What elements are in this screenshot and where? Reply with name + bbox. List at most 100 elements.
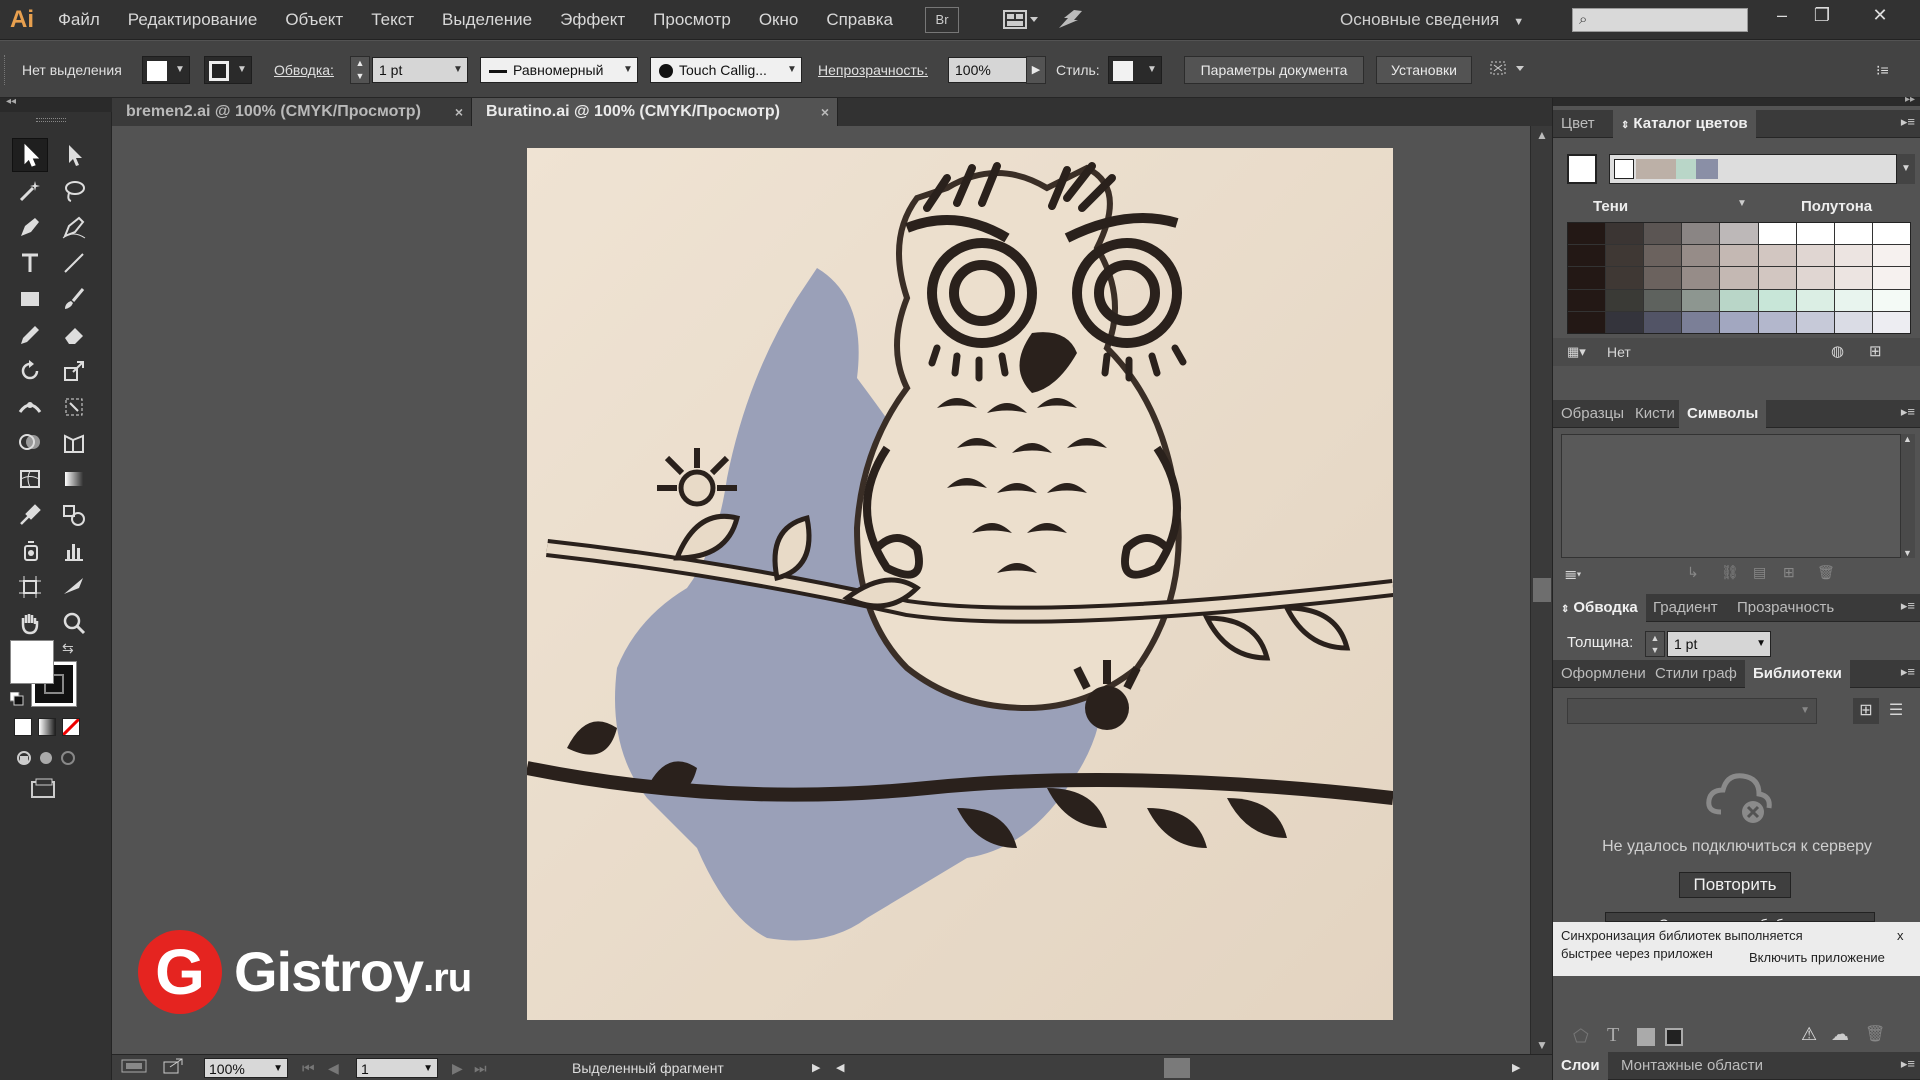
color-guide-swatch[interactable]	[1682, 267, 1720, 289]
lasso-tool-icon[interactable]	[56, 174, 92, 208]
color-guide-swatch[interactable]	[1720, 245, 1758, 267]
symbol-options-icon[interactable]: ▤	[1753, 564, 1766, 581]
color-guide-swatch[interactable]	[1720, 223, 1758, 245]
arrange-documents-icon[interactable]	[999, 7, 1043, 33]
tab-transparency[interactable]: Прозрачность	[1729, 594, 1842, 622]
stroke-weight-input[interactable]: 1 pt ▼	[372, 57, 468, 83]
scroll-right-icon[interactable]: ▶	[1512, 1057, 1520, 1079]
scroll-down-icon[interactable]: ▼	[1531, 1038, 1553, 1052]
toolbox-header[interactable]: ◂◂	[0, 96, 112, 112]
color-guide-swatch[interactable]	[1872, 311, 1910, 333]
panel-menu-icon[interactable]: ▸≡	[1901, 114, 1915, 130]
color-guide-swatch[interactable]	[1644, 311, 1682, 333]
grid-view-icon[interactable]: ⊞	[1853, 698, 1879, 724]
first-page-icon[interactable]: ⏮	[302, 1057, 315, 1079]
stroke-stepper[interactable]: ▲ ▼	[350, 56, 370, 84]
retry-button[interactable]: Повторить	[1679, 872, 1791, 898]
status-menu-icon[interactable]: ▶	[812, 1057, 820, 1079]
perspective-grid-tool-icon[interactable]	[56, 426, 92, 460]
scroll-up-icon[interactable]: ▲	[1903, 434, 1912, 444]
tab-layers[interactable]: Слои	[1553, 1052, 1608, 1080]
color-guide-swatch[interactable]	[1872, 245, 1910, 267]
canvas-area[interactable]	[112, 126, 1540, 1054]
color-wheel-icon[interactable]: ◍	[1831, 342, 1844, 360]
close-window-button[interactable]: ✕	[1858, 0, 1902, 30]
hand-tool-icon[interactable]	[12, 606, 48, 640]
draw-modes-icon[interactable]	[14, 748, 82, 768]
tab-swatches[interactable]: Образцы	[1553, 400, 1632, 428]
color-guide-swatch[interactable]	[1606, 289, 1644, 311]
collapse-icon[interactable]: ◂◂	[6, 96, 16, 107]
menu-help[interactable]: Справка	[812, 0, 907, 40]
bridge-button[interactable]: Br	[925, 6, 960, 33]
blend-tool-icon[interactable]	[56, 498, 92, 532]
fill-color-box[interactable]	[10, 640, 54, 684]
menu-edit[interactable]: Редактирование	[114, 0, 272, 40]
color-guide-swatch[interactable]	[1682, 289, 1720, 311]
stroke-label-link[interactable]: Обводка:	[274, 57, 334, 83]
variable-width-profile[interactable]: Равномерный ▼	[480, 57, 638, 83]
color-guide-grid[interactable]	[1567, 222, 1911, 334]
rotate-tool-icon[interactable]	[12, 354, 48, 388]
list-view-icon[interactable]: ☰	[1883, 698, 1909, 724]
menu-object[interactable]: Объект	[271, 0, 357, 40]
tab-artboards[interactable]: Монтажные области	[1613, 1052, 1771, 1080]
isolation-icon[interactable]	[1488, 57, 1532, 83]
brush-definition[interactable]: Touch Callig... ▼	[650, 57, 802, 83]
color-guide-swatch[interactable]	[1834, 289, 1872, 311]
close-icon[interactable]: ×	[455, 98, 463, 126]
weight-input[interactable]: 1 pt ▼	[1667, 631, 1771, 657]
color-guide-swatch[interactable]	[1834, 311, 1872, 333]
color-guide-swatch[interactable]	[1568, 267, 1606, 289]
dock-header[interactable]: ▸▸	[1553, 94, 1920, 106]
shape-builder-tool-icon[interactable]	[12, 426, 48, 460]
panel-menu-icon[interactable]: ▸≡	[1901, 404, 1915, 420]
curvature-tool-icon[interactable]	[56, 210, 92, 244]
opacity-label-link[interactable]: Непрозрачность:	[818, 57, 928, 83]
default-fill-stroke-icon[interactable]	[9, 691, 24, 706]
chevron-down-icon[interactable]: ▼	[1737, 198, 1747, 209]
color-guide-swatch[interactable]	[1606, 267, 1644, 289]
tab-color-guide[interactable]: ⇕ Каталог цветов	[1613, 110, 1756, 138]
chevron-down-icon[interactable]: ▼	[1897, 154, 1915, 184]
color-guide-swatch[interactable]	[1758, 245, 1796, 267]
free-transform-tool-icon[interactable]	[56, 390, 92, 424]
menu-window[interactable]: Окно	[745, 0, 813, 40]
symbols-list[interactable]	[1561, 434, 1901, 558]
place-symbol-icon[interactable]: ↳	[1687, 564, 1699, 581]
gpu-performance-icon[interactable]	[1053, 7, 1087, 33]
add-graphic-icon[interactable]: ⬠	[1573, 1026, 1589, 1047]
tab-brushes[interactable]: Кисти	[1627, 400, 1683, 428]
color-guide-swatch[interactable]	[1796, 223, 1834, 245]
toolbox-grip[interactable]	[36, 118, 66, 122]
next-page-icon[interactable]: ▶	[452, 1057, 463, 1079]
color-guide-swatch[interactable]	[1758, 267, 1796, 289]
gradient-mode-icon[interactable]	[38, 718, 56, 736]
direct-selection-tool-icon[interactable]	[56, 138, 92, 172]
break-link-icon[interactable]: ⛓	[1721, 564, 1739, 581]
swap-fill-stroke-icon[interactable]: ⇆	[62, 640, 74, 657]
color-guide-swatch[interactable]	[1644, 267, 1682, 289]
color-guide-swatch[interactable]	[1834, 223, 1872, 245]
pencil-tool-icon[interactable]	[12, 318, 48, 352]
color-guide-swatch[interactable]	[1568, 311, 1606, 333]
menu-effect[interactable]: Эффект	[546, 0, 639, 40]
eyedropper-tool-icon[interactable]	[12, 498, 48, 532]
zoom-tool-icon[interactable]	[56, 606, 92, 640]
eraser-tool-icon[interactable]	[56, 318, 92, 352]
color-guide-swatch[interactable]	[1872, 267, 1910, 289]
color-guide-swatch[interactable]	[1682, 311, 1720, 333]
menu-view[interactable]: Просмотр	[639, 0, 745, 40]
color-mode-icon[interactable]	[14, 718, 32, 736]
preferences-button[interactable]: Установки	[1376, 56, 1472, 84]
color-guide-swatch[interactable]	[1644, 245, 1682, 267]
symbol-sprayer-tool-icon[interactable]	[12, 534, 48, 568]
tab-libraries[interactable]: Библиотеки	[1745, 660, 1850, 688]
paintbrush-tool-icon[interactable]	[56, 282, 92, 316]
trash-icon[interactable]: 🗑	[1817, 564, 1835, 581]
symbol-library-icon[interactable]: 𝍣▾	[1565, 564, 1582, 588]
gpu-status-icon[interactable]	[120, 1057, 148, 1079]
selection-tool-icon[interactable]	[12, 138, 48, 172]
width-tool-icon[interactable]	[12, 390, 48, 424]
color-guide-swatch[interactable]	[1644, 289, 1682, 311]
